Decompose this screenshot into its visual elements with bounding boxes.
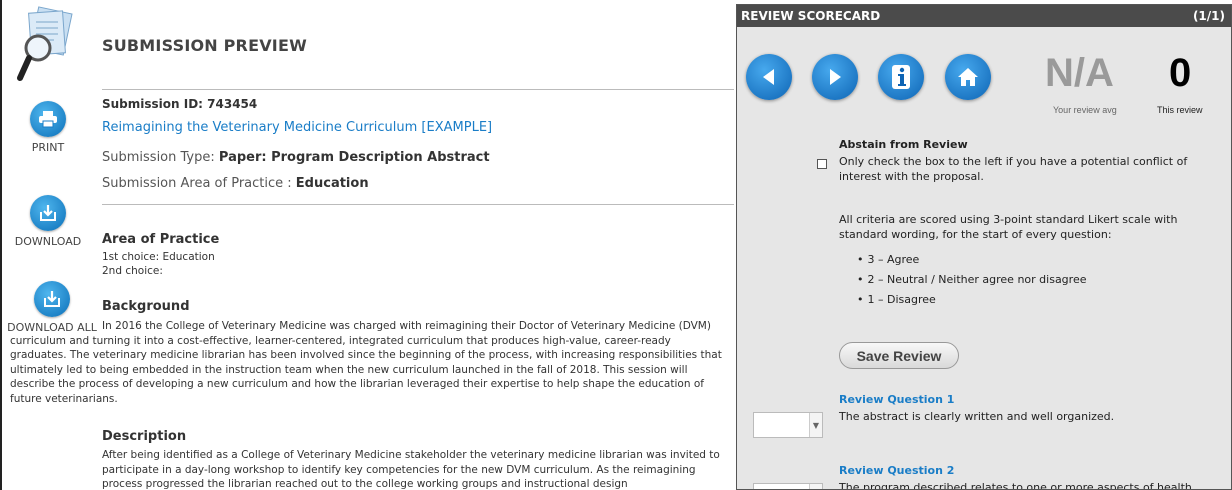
- this-review-value: 0: [1169, 51, 1192, 95]
- area-of-practice-heading: Area of Practice: [102, 232, 220, 247]
- scorecard-title: REVIEW SCORECARD: [741, 9, 881, 23]
- home-icon: [958, 68, 978, 86]
- background-heading: Background: [102, 299, 190, 314]
- description-heading: Description: [102, 429, 187, 444]
- second-choice: 2nd choice:: [102, 265, 163, 277]
- submission-type-label: Submission Type:: [102, 150, 215, 165]
- previous-button[interactable]: [746, 54, 792, 100]
- print-label: PRINT: [31, 141, 65, 154]
- review-question-1-select[interactable]: ▼: [753, 412, 823, 438]
- info-button[interactable]: [878, 54, 924, 100]
- chevron-down-icon: ▼: [809, 484, 822, 489]
- divider: [102, 204, 734, 205]
- submission-preview-pane: SUBMISSION PREVIEW PRINT DOWNLOAD DOWNLO…: [0, 0, 736, 490]
- arrow-left-icon: [763, 69, 774, 85]
- review-average-caption: Your review avg: [1053, 105, 1117, 115]
- abstain-checkbox[interactable]: [817, 159, 827, 169]
- criteria-text: All criteria are scored using 3-point st…: [839, 213, 1178, 241]
- review-question-text: The program described relates to one or …: [839, 481, 1192, 490]
- chevron-down-icon: ▼: [809, 413, 822, 437]
- background-text: In 2016 the College of Veterinary Medici…: [10, 320, 722, 405]
- abstain-text: Only check the box to the left if you ha…: [839, 155, 1188, 183]
- review-scorecard-panel: REVIEW SCORECARD (1/1) N/A Your review a…: [736, 4, 1232, 490]
- review-question-title: Review Question 1: [839, 393, 955, 406]
- review-question-text: The abstract is clearly written and well…: [839, 410, 1115, 423]
- description-text: After being identified as a College of V…: [102, 449, 720, 490]
- arrow-right-icon: [830, 69, 841, 85]
- this-review-caption: This review: [1157, 105, 1203, 115]
- printer-icon: [30, 101, 66, 137]
- divider: [102, 89, 734, 90]
- download-label: DOWNLOAD: [14, 235, 82, 248]
- likert-item: 2 – Neutral / Neither agree nor disagree: [857, 273, 1087, 286]
- submission-title-link[interactable]: Reimagining the Veterinary Medicine Curr…: [102, 120, 492, 135]
- next-button[interactable]: [812, 54, 858, 100]
- review-question-title: Review Question 2: [839, 464, 955, 477]
- page-title: SUBMISSION PREVIEW: [102, 36, 307, 55]
- submission-area: Submission Area of Practice : Education: [102, 176, 369, 191]
- home-button[interactable]: [945, 54, 991, 100]
- download-all-icon: [34, 281, 70, 317]
- download-button[interactable]: DOWNLOAD: [6, 195, 90, 248]
- scorecard-header: REVIEW SCORECARD (1/1): [737, 5, 1231, 27]
- submission-area-label: Submission Area of Practice :: [102, 176, 292, 191]
- print-button[interactable]: PRINT: [22, 101, 74, 154]
- submission-type-value: Paper: Program Description Abstract: [218, 150, 490, 165]
- first-choice: 1st choice: Education: [102, 251, 215, 263]
- review-average-value: N/A: [1045, 51, 1114, 95]
- scorecard-counter: (1/1): [1192, 9, 1225, 23]
- document-search-icon: [16, 6, 82, 88]
- abstain-heading: Abstain from Review: [839, 138, 968, 151]
- submission-type: Submission Type: Paper: Program Descript…: [102, 150, 490, 165]
- review-question-2-select[interactable]: ▼: [753, 483, 823, 489]
- likert-item: 3 – Agree: [857, 253, 920, 266]
- likert-item: 1 – Disagree: [857, 293, 936, 306]
- submission-id: Submission ID: 743454: [102, 97, 258, 111]
- download-icon: [30, 195, 66, 231]
- info-icon: [892, 65, 910, 89]
- save-review-button[interactable]: Save Review: [839, 342, 959, 369]
- submission-area-value: Education: [295, 176, 369, 191]
